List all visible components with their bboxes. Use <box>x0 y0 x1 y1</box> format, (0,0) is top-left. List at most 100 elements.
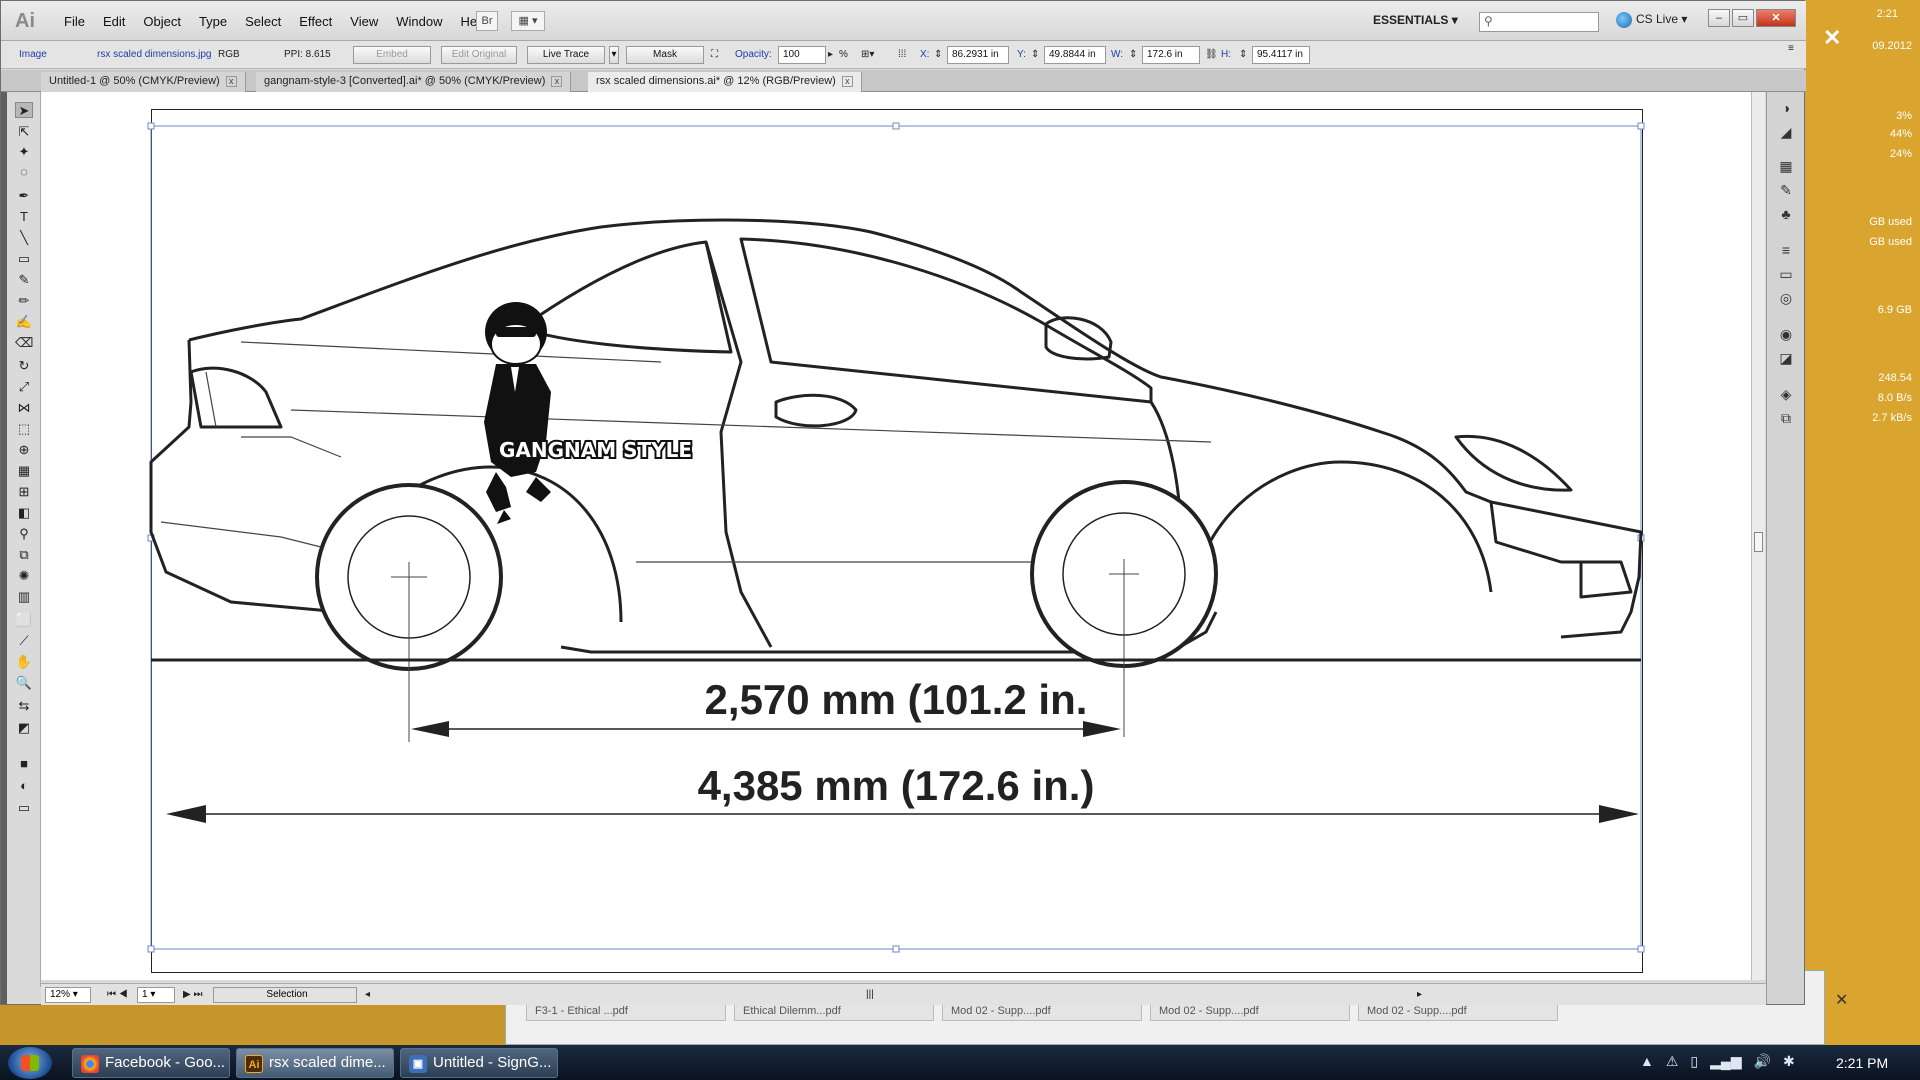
horizontal-scroll-thumb[interactable]: ||| <box>866 989 874 1000</box>
close-icon[interactable]: ✕ <box>1835 990 1848 1010</box>
edit-original-button[interactable]: Edit Original <box>441 46 517 64</box>
blob-brush-tool-icon[interactable]: ✍ <box>15 314 33 330</box>
rotate-tool-icon[interactable]: ↻ <box>15 358 33 374</box>
show-hidden-icons-icon[interactable]: ▲ <box>1640 1053 1654 1070</box>
appearance-icon[interactable]: ◉ <box>1776 326 1796 342</box>
opacity-input[interactable]: 100 <box>778 46 826 64</box>
transform-icon[interactable]: ⛶ <box>711 49 718 60</box>
bridge-button[interactable]: Br <box>476 11 498 31</box>
object-type-link[interactable]: Image <box>19 49 47 60</box>
eyedropper-tool-icon[interactable]: ⚲ <box>15 526 33 542</box>
screen-mode-icon[interactable]: ▭ <box>15 800 33 816</box>
opacity-label[interactable]: Opacity: <box>735 49 772 60</box>
scroll-thumb[interactable] <box>1754 532 1763 552</box>
network-error-icon[interactable]: ⚠ <box>1666 1053 1679 1070</box>
taskbar-clock[interactable]: 2:21 PM <box>1836 1055 1888 1071</box>
magic-wand-tool-icon[interactable]: ✦ <box>15 144 33 160</box>
close-tab-icon[interactable]: x <box>225 76 237 87</box>
menu-select[interactable]: Select <box>236 14 290 29</box>
document-canvas[interactable]: GANGNAM STYLE 2,570 mm (101.2 in. 4,385 … <box>41 92 1761 980</box>
search-input[interactable]: ⚲ <box>1479 12 1599 32</box>
mesh-tool-icon[interactable]: ⊞ <box>15 484 33 500</box>
x-input[interactable]: 86.2931 in <box>947 46 1009 64</box>
taskbar-item-facebook[interactable]: Facebook - Goo... <box>72 1048 230 1078</box>
linked-file-name[interactable]: rsx scaled dimensions.jpg <box>97 49 212 60</box>
reference-point-icon[interactable]: ⁞⁞⁞ <box>898 49 906 60</box>
color-guide-icon[interactable]: ◢ <box>1776 124 1796 140</box>
live-trace-button[interactable]: Live Trace <box>527 46 605 64</box>
artboards-icon[interactable]: ⧉ <box>1776 410 1796 426</box>
constrain-proportions-icon[interactable]: ⛓ <box>1205 49 1218 60</box>
status-tool-display[interactable]: Selection <box>213 987 357 1003</box>
hand-tool-icon[interactable]: ✋ <box>15 654 33 670</box>
w-stepper-icon[interactable]: ⇕ <box>1129 49 1137 60</box>
taskbar-item-signgo[interactable]: ▣ Untitled - SignG... <box>400 1048 558 1078</box>
line-tool-icon[interactable]: ╲ <box>15 230 33 246</box>
artboard-tool-icon[interactable]: ⬜ <box>15 612 33 628</box>
start-button[interactable] <box>8 1047 52 1079</box>
symbols-icon[interactable]: ♣ <box>1776 206 1796 222</box>
maximize-button[interactable]: ▭ <box>1732 9 1754 27</box>
slice-tool-icon[interactable]: ⟋ <box>15 633 33 649</box>
menu-type[interactable]: Type <box>190 14 236 29</box>
cs-live-button[interactable]: CS Live ▾ <box>1616 12 1687 28</box>
layers-icon[interactable]: ◈ <box>1776 386 1796 402</box>
selection-tool-icon[interactable]: ➤ <box>15 102 33 118</box>
y-input[interactable]: 49.8844 in <box>1044 46 1106 64</box>
zoom-select[interactable]: 12% ▾ <box>45 987 91 1003</box>
page-select[interactable]: 1 ▾ <box>137 987 175 1003</box>
menu-window[interactable]: Window <box>387 14 451 29</box>
last-page-icon[interactable]: ▶ ⏭ <box>183 989 202 1000</box>
arrange-documents-button[interactable]: ▦ ▾ <box>511 11 545 31</box>
menu-file[interactable]: File <box>55 14 94 29</box>
lasso-tool-icon[interactable]: ◌ <box>15 164 33 180</box>
device-icon[interactable]: ▯ <box>1690 1053 1698 1070</box>
y-stepper-icon[interactable]: ⇕ <box>1031 49 1039 60</box>
brushes-icon[interactable]: ✎ <box>1776 182 1796 198</box>
zoom-tool-icon[interactable]: 🔍 <box>15 675 33 691</box>
gradient-icon[interactable]: ▭ <box>1776 266 1796 282</box>
swap-colors-icon[interactable]: ⇆ <box>15 698 33 714</box>
car-dimension-artwork[interactable]: GANGNAM STYLE 2,570 mm (101.2 in. 4,385 … <box>41 92 1761 980</box>
draw-mode-icon[interactable]: ◐ <box>15 778 33 794</box>
workspace-switcher[interactable]: ESSENTIALS ▾ <box>1373 13 1458 27</box>
free-transform-tool-icon[interactable]: ⬚ <box>15 421 33 437</box>
paintbrush-tool-icon[interactable]: ✎ <box>15 272 33 288</box>
pen-tool-icon[interactable]: ✒ <box>15 188 33 204</box>
menu-object[interactable]: Object <box>134 14 190 29</box>
stroke-icon[interactable]: ≡ <box>1776 242 1796 258</box>
color-mode-icon[interactable]: ■ <box>15 756 33 772</box>
live-trace-dropdown[interactable]: ▾ <box>609 46 619 64</box>
minimize-button[interactable]: – <box>1708 9 1730 27</box>
opacity-arrow[interactable]: ▸ <box>828 49 833 60</box>
type-tool-icon[interactable]: T <box>15 209 33 225</box>
scroll-left-icon[interactable]: ◂ <box>365 989 370 1000</box>
menu-effect[interactable]: Effect <box>290 14 341 29</box>
close-icon[interactable]: ✕ <box>1823 25 1841 51</box>
close-button[interactable]: ✕ <box>1756 9 1796 27</box>
rectangle-tool-icon[interactable]: ▭ <box>15 251 33 267</box>
align-icon[interactable]: ⊞▾ <box>861 49 874 60</box>
pencil-tool-icon[interactable]: ✏ <box>15 293 33 309</box>
direct-selection-tool-icon[interactable]: ⇱ <box>15 124 33 140</box>
blend-tool-icon[interactable]: ⧉ <box>15 547 33 563</box>
h-stepper-icon[interactable]: ⇕ <box>1239 49 1247 60</box>
close-tab-icon[interactable]: x <box>841 76 853 87</box>
x-stepper-icon[interactable]: ⇕ <box>934 49 942 60</box>
vertical-scrollbar[interactable] <box>1751 92 1765 980</box>
signal-icon[interactable]: ▂▄▆ <box>1710 1053 1741 1070</box>
menu-view[interactable]: View <box>341 14 387 29</box>
fill-stroke-icon[interactable]: ◩ <box>15 720 33 736</box>
width-tool-icon[interactable]: ⋈ <box>15 400 33 416</box>
h-input[interactable]: 95.4117 in <box>1252 46 1310 64</box>
column-graph-tool-icon[interactable]: ▥ <box>15 589 33 605</box>
color-panel-icon[interactable]: ◑ <box>1776 100 1796 116</box>
first-page-icon[interactable]: ⏮ ◀ <box>107 989 128 1000</box>
transparency-icon[interactable]: ◎ <box>1776 290 1796 306</box>
scroll-right-icon[interactable]: ▸ <box>1417 989 1422 1000</box>
scale-tool-icon[interactable]: ⤢ <box>15 379 33 395</box>
volume-icon[interactable]: 🔊 <box>1754 1053 1771 1070</box>
graphic-styles-icon[interactable]: ◪ <box>1776 350 1796 366</box>
mask-button[interactable]: Mask <box>626 46 704 64</box>
panel-menu-icon[interactable]: ≡ <box>1788 43 1794 54</box>
